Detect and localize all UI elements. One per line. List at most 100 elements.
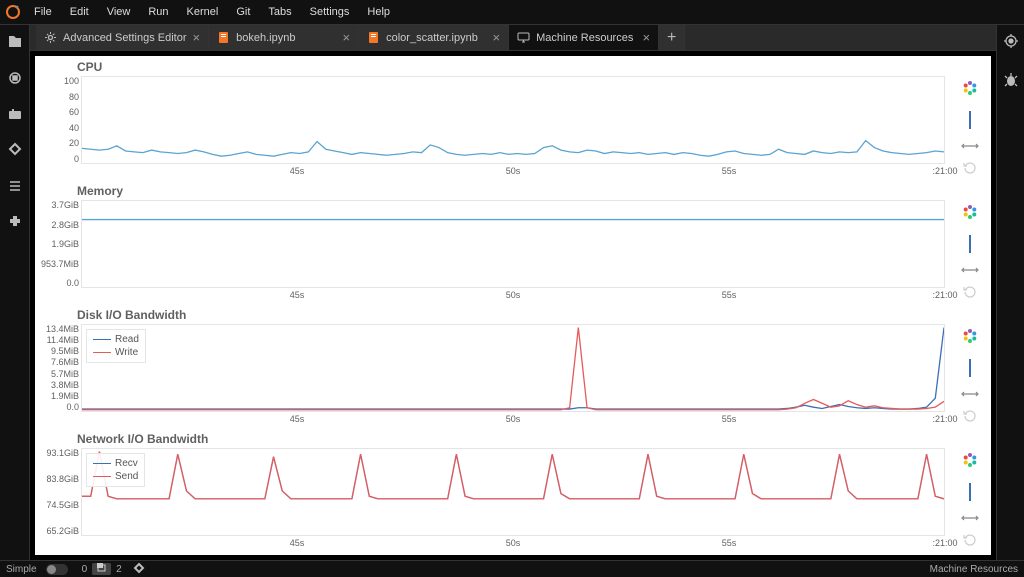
- y-tick: 1.9GiB: [51, 239, 79, 249]
- bokeh-logo-icon[interactable]: [962, 328, 978, 349]
- y-tick: 0.0: [66, 278, 79, 288]
- y-axis: 93.1GiB 83.8GiB 74.5GiB 65.2GiB: [35, 448, 79, 536]
- kernel-status-icon[interactable]: [132, 562, 146, 576]
- reset-tool-icon[interactable]: [960, 533, 980, 547]
- legend-item[interactable]: Write: [93, 346, 139, 359]
- y-tick: 1.9MiB: [51, 391, 79, 401]
- menu-run[interactable]: Run: [139, 6, 177, 18]
- tab-0[interactable]: Advanced Settings Editor ×: [36, 25, 209, 50]
- tab-2[interactable]: color_scatter.ipynb ×: [359, 25, 509, 50]
- close-icon[interactable]: ×: [193, 30, 201, 45]
- y-tick: 3.7GiB: [51, 200, 79, 210]
- menu-settings[interactable]: Settings: [301, 6, 359, 18]
- y-tick: 40: [69, 123, 79, 133]
- menu-file[interactable]: File: [25, 6, 61, 18]
- close-icon[interactable]: ×: [493, 30, 501, 45]
- toc-icon[interactable]: [6, 141, 24, 159]
- legend-swatch: [93, 463, 111, 464]
- y-tick: 2.8GiB: [51, 220, 79, 230]
- tabs-pill-icon: [92, 563, 111, 575]
- legend-item[interactable]: Read: [93, 333, 139, 346]
- y-tick: 100: [64, 76, 79, 86]
- series-write: [82, 328, 944, 410]
- add-tab-button[interactable]: +: [659, 25, 685, 50]
- plot-area[interactable]: [81, 200, 945, 288]
- status-right-label: Machine Resources: [930, 564, 1018, 575]
- bokeh-logo-icon[interactable]: [962, 80, 978, 101]
- menu-kernel[interactable]: Kernel: [178, 6, 228, 18]
- reset-tool-icon[interactable]: [960, 285, 980, 299]
- y-tick: 80: [69, 92, 79, 102]
- bokeh-logo-icon[interactable]: [962, 452, 978, 473]
- plot-area[interactable]: RecvSend: [81, 448, 945, 536]
- git-icon[interactable]: [6, 105, 24, 123]
- list-icon[interactable]: [6, 177, 24, 195]
- series-read: [82, 328, 944, 410]
- chart-toolbar: [955, 448, 985, 547]
- close-icon[interactable]: ×: [343, 30, 351, 45]
- y-axis: 100806040200: [35, 76, 79, 164]
- menu-git[interactable]: Git: [227, 6, 259, 18]
- tab-3[interactable]: Machine Resources ×: [509, 25, 659, 50]
- toggle-icon[interactable]: [46, 564, 68, 575]
- series-cpu: [82, 141, 944, 157]
- menu-tabs[interactable]: Tabs: [259, 6, 300, 18]
- menu-view[interactable]: View: [98, 6, 140, 18]
- x-tick: 45s: [290, 538, 305, 548]
- open-tabs-count[interactable]: 0 2: [82, 563, 122, 575]
- jupyter-logo[interactable]: [0, 0, 25, 25]
- menu-edit[interactable]: Edit: [61, 6, 98, 18]
- reset-tool-icon[interactable]: [960, 161, 980, 175]
- y-tick: 65.2GiB: [46, 526, 79, 536]
- menu-help[interactable]: Help: [358, 6, 399, 18]
- pan-tool-icon[interactable]: [960, 139, 980, 153]
- chart-title: Network I/O Bandwidth: [77, 432, 208, 446]
- legend-label: Send: [115, 470, 138, 483]
- pan-tool-icon[interactable]: [960, 387, 980, 401]
- running-icon[interactable]: [6, 69, 24, 87]
- x-tick: :21:00: [932, 538, 957, 548]
- x-tick: :21:00: [932, 414, 957, 424]
- x-axis: 45s50s55s:21:00: [81, 166, 945, 180]
- y-tick: 93.1GiB: [46, 448, 79, 458]
- extension-icon[interactable]: [6, 213, 24, 231]
- legend-label: Write: [115, 346, 138, 359]
- x-tick: 55s: [722, 538, 737, 548]
- chart-toolbar: [955, 76, 985, 175]
- y-tick: 7.6MiB: [51, 357, 79, 367]
- right-sidebar: [996, 25, 1024, 560]
- bokeh-logo-icon[interactable]: [962, 204, 978, 225]
- legend-item[interactable]: Send: [93, 470, 138, 483]
- legend[interactable]: RecvSend: [86, 453, 145, 487]
- tab-1[interactable]: bokeh.ipynb ×: [209, 25, 359, 50]
- legend[interactable]: ReadWrite: [86, 329, 146, 363]
- plot-area[interactable]: ReadWrite: [81, 324, 945, 412]
- file-browser-icon[interactable]: [6, 33, 24, 51]
- debugger-icon[interactable]: [1003, 72, 1019, 93]
- series-send: [82, 452, 944, 499]
- simple-mode-toggle[interactable]: Simple: [6, 564, 72, 575]
- legend-item[interactable]: Recv: [93, 457, 138, 470]
- charts-panel: CPU 100806040200 45s50s55s:21:00 Memory …: [35, 56, 991, 555]
- tab-label: Advanced Settings Editor: [63, 32, 187, 44]
- chart-disk-i-o-bandwidth: Disk I/O Bandwidth 13.4MiB11.4MiB9.5MiB7…: [35, 306, 991, 428]
- y-tick: 3.8MiB: [51, 380, 79, 390]
- reset-tool-icon[interactable]: [960, 409, 980, 423]
- plot-area[interactable]: [81, 76, 945, 164]
- count-right: 2: [116, 564, 122, 575]
- toolbar-separator: [969, 111, 971, 129]
- y-tick: 74.5GiB: [46, 500, 79, 510]
- pan-tool-icon[interactable]: [960, 511, 980, 525]
- x-tick: 55s: [722, 166, 737, 176]
- close-icon[interactable]: ×: [643, 30, 651, 45]
- tab-bar: Advanced Settings Editor × bokeh.ipynb ×…: [30, 25, 996, 51]
- x-tick: :21:00: [932, 290, 957, 300]
- simple-label: Simple: [6, 564, 37, 575]
- y-tick: 83.8GiB: [46, 474, 79, 484]
- pan-tool-icon[interactable]: [960, 263, 980, 277]
- property-inspector-icon[interactable]: [1003, 33, 1019, 54]
- legend-swatch: [93, 352, 111, 353]
- chart-toolbar: [955, 324, 985, 423]
- chart-memory: Memory 3.7GiB2.8GiB1.9GiB953.7MiB0.0 45s…: [35, 182, 991, 304]
- notebook-icon: [367, 31, 380, 44]
